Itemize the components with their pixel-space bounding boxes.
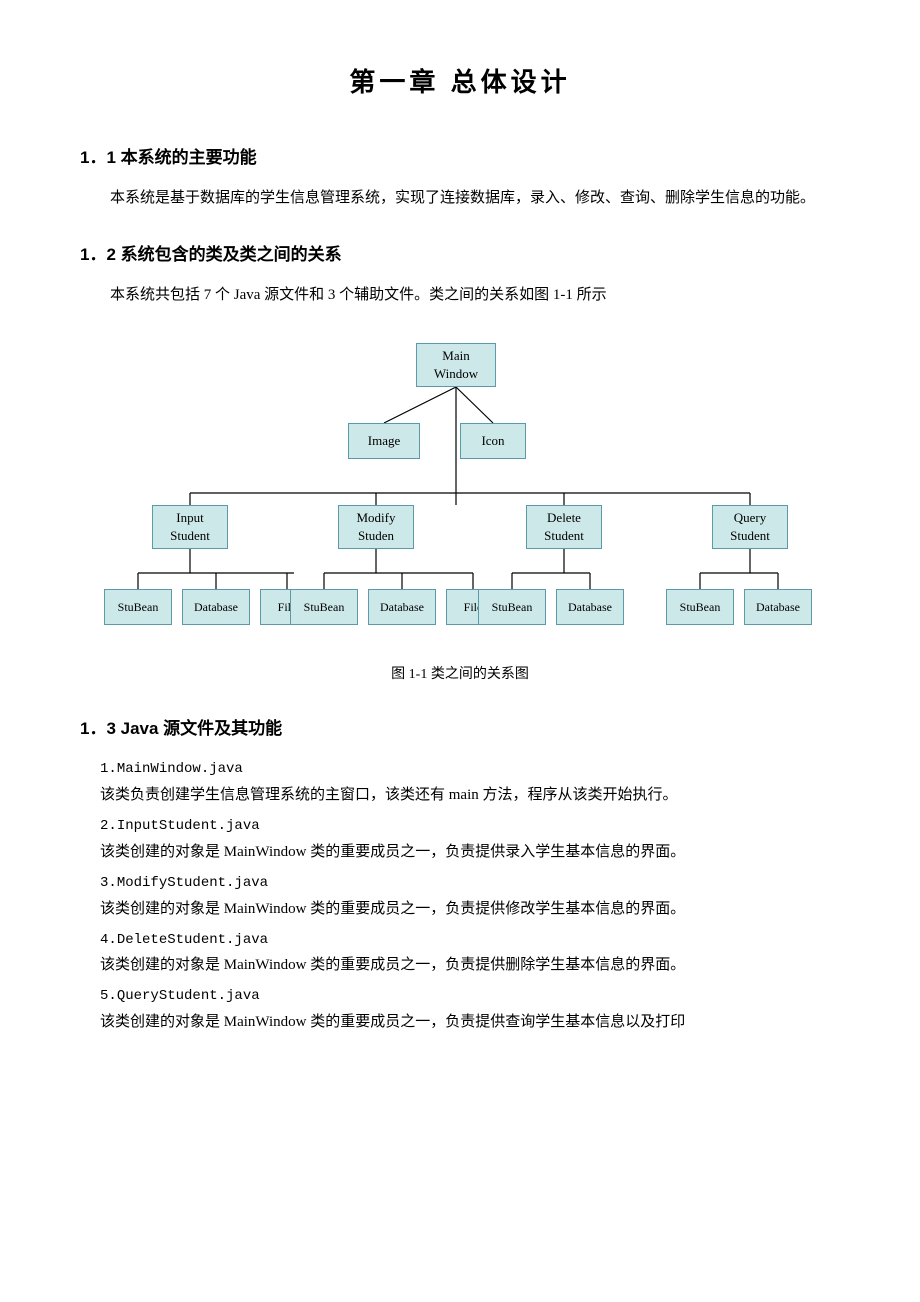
node-stubean-3: StuBean (478, 589, 546, 625)
list-item: 3.ModifyStudent.java 该类创建的对象是 MainWindow… (100, 870, 840, 923)
section-heading-1: 1．1 本系统的主要功能 (80, 144, 840, 173)
section-1-paragraph: 本系统是基于数据库的学生信息管理系统，实现了连接数据库，录入、修改、查询、删除学… (80, 185, 840, 213)
filename-label-1: MainWindow.java (117, 761, 243, 777)
desc-1: 该类负责创建学生信息管理系统的主窗口，该类还有 main 方法，程序从该类开始执… (100, 782, 840, 809)
class-diagram: MainWindow Image Icon InputStudent Modif… (80, 333, 840, 653)
node-icon: Icon (460, 423, 526, 459)
filename-5: 5. (100, 988, 117, 1004)
filename-label-4: DeleteStudent.java (117, 932, 268, 948)
java-files-list: 1.MainWindow.java 该类负责创建学生信息管理系统的主窗口，该类还… (100, 756, 840, 1036)
list-item: 2.InputStudent.java 该类创建的对象是 MainWindow … (100, 813, 840, 866)
node-stubean-2: StuBean (290, 589, 358, 625)
node-main-window: MainWindow (416, 343, 496, 387)
filename-3: 3. (100, 875, 117, 891)
desc-5: 该类创建的对象是 MainWindow 类的重要成员之一，负责提供查询学生基本信… (100, 1009, 840, 1036)
node-database-4: Database (744, 589, 812, 625)
page-title: 第一章 总体设计 (80, 60, 840, 104)
filename-1: 1. (100, 761, 117, 777)
desc-4: 该类创建的对象是 MainWindow 类的重要成员之一，负责提供删除学生基本信… (100, 952, 840, 979)
desc-2: 该类创建的对象是 MainWindow 类的重要成员之一，负责提供录入学生基本信… (100, 839, 840, 866)
node-database-2: Database (368, 589, 436, 625)
node-modify-student: ModifyStuden (338, 505, 414, 549)
filename-2: 2. (100, 818, 117, 834)
node-input-student: InputStudent (152, 505, 228, 549)
desc-3: 该类创建的对象是 MainWindow 类的重要成员之一，负责提供修改学生基本信… (100, 896, 840, 923)
diagram-caption: 图 1-1 类之间的关系图 (80, 663, 840, 687)
section-heading-2: 1．2 系统包含的类及类之间的关系 (80, 241, 840, 270)
filename-label-2: InputStudent.java (117, 818, 260, 834)
filename-4: 4. (100, 932, 117, 948)
section-2-paragraph: 本系统共包括 7 个 Java 源文件和 3 个辅助文件。类之间的关系如图 1-… (80, 282, 840, 310)
list-item: 5.QueryStudent.java 该类创建的对象是 MainWindow … (100, 983, 840, 1036)
list-item: 1.MainWindow.java 该类负责创建学生信息管理系统的主窗口，该类还… (100, 756, 840, 809)
node-stubean-4: StuBean (666, 589, 734, 625)
list-item: 4.DeleteStudent.java 该类创建的对象是 MainWindow… (100, 927, 840, 980)
node-delete-student: DeleteStudent (526, 505, 602, 549)
diagram-area: MainWindow Image Icon InputStudent Modif… (90, 333, 830, 653)
node-image: Image (348, 423, 420, 459)
filename-label-5: QueryStudent.java (117, 988, 260, 1004)
section-heading-3: 1．3 Java 源文件及其功能 (80, 715, 840, 744)
node-database-1: Database (182, 589, 250, 625)
filename-label-3: ModifyStudent.java (117, 875, 268, 891)
node-database-3: Database (556, 589, 624, 625)
node-query-student: QueryStudent (712, 505, 788, 549)
node-stubean-1: StuBean (104, 589, 172, 625)
